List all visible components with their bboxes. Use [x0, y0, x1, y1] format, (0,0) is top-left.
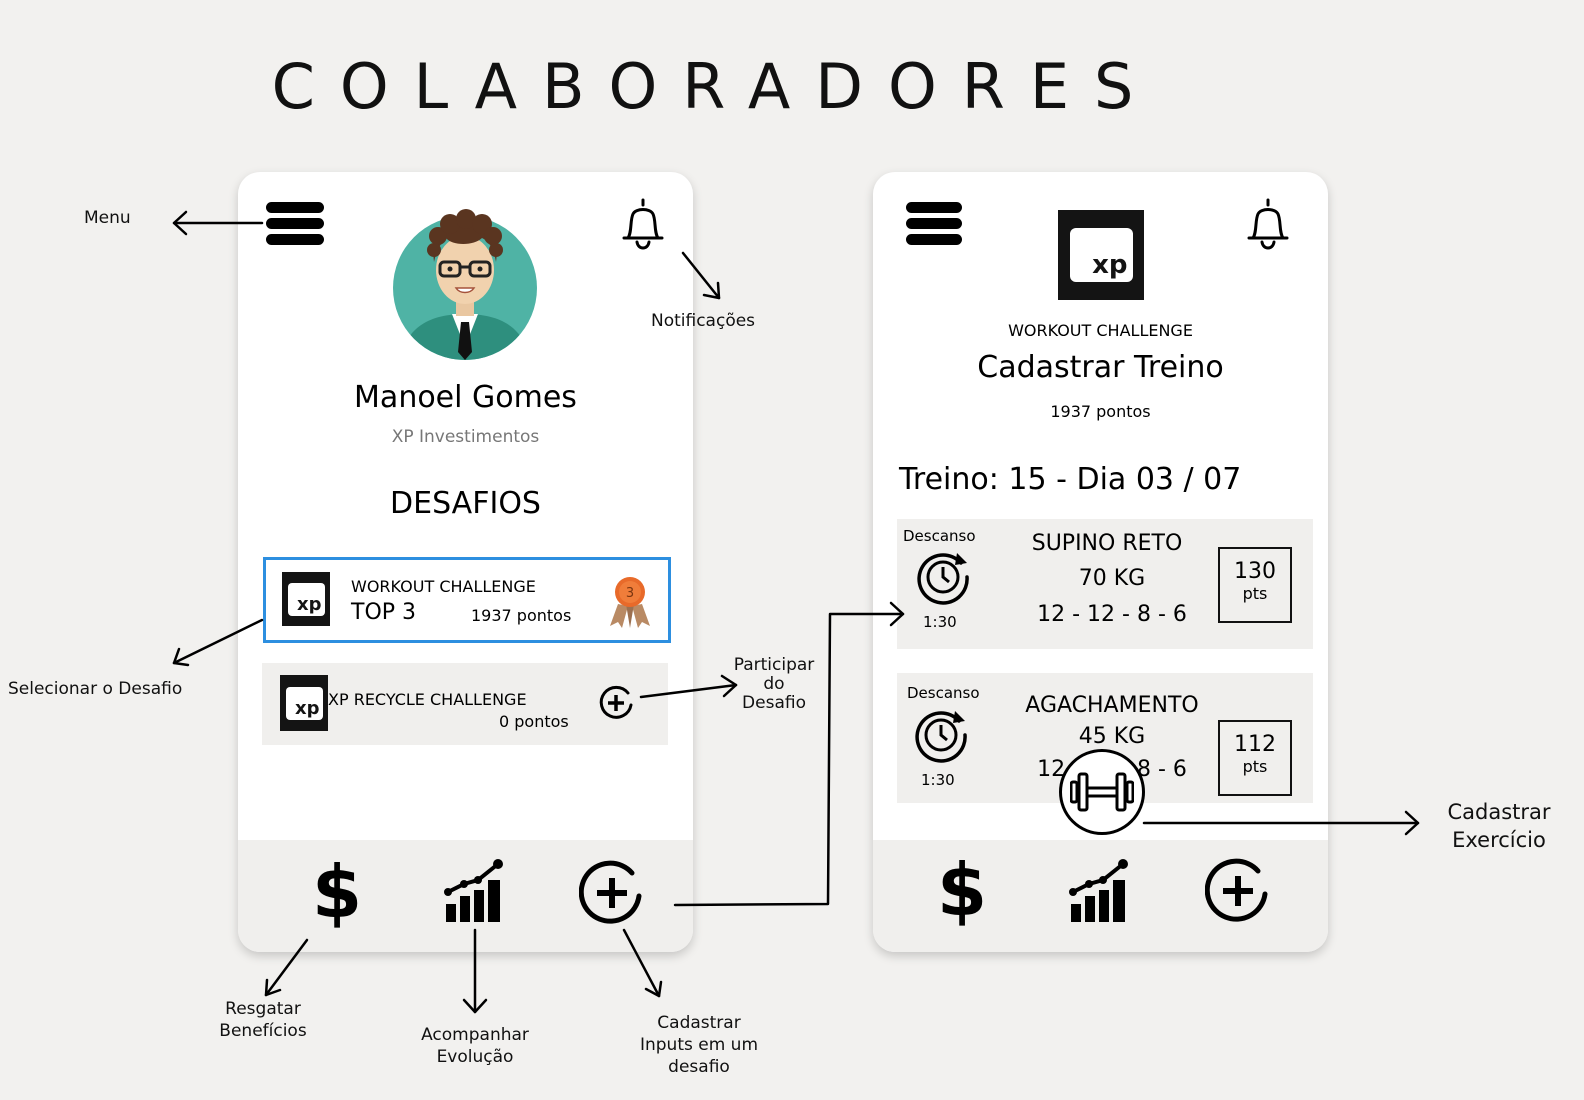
annotation-redeem-benefits: Resgatar Benefícios — [219, 999, 307, 1041]
bell-icon[interactable] — [618, 196, 668, 252]
session-heading: Treino: 15 - Dia 03 / 07 — [899, 462, 1242, 497]
bottom-navigation: $ — [873, 840, 1328, 952]
exercise-points-unit: pts — [1242, 584, 1268, 603]
exercise-reps: 12 - 12 - 8 - 6 — [1037, 602, 1187, 627]
annotation-register-inputs: Cadastrar Inputs em um desafio — [639, 1013, 759, 1077]
challenge-card-recycle[interactable]: xp XP RECYCLE CHALLENGE 0 pontos — [262, 663, 668, 745]
rest-label: Descanso — [907, 684, 980, 702]
annotation-menu: Menu — [84, 208, 131, 228]
rest-time: 1:30 — [923, 613, 957, 631]
section-title: DESAFIOS — [390, 486, 541, 521]
xp-logo: xp — [1058, 210, 1144, 300]
exercise-points-value: 130 — [1234, 559, 1276, 584]
medal-icon: 3 — [610, 577, 650, 628]
phone-profile-screen: Manoel Gomes XP Investimentos DESAFIOS x… — [238, 172, 693, 952]
exercise-points-unit: pts — [1242, 757, 1268, 776]
page-title: COLABORADORES — [271, 50, 1159, 123]
challenge-rank: TOP 3 — [351, 600, 417, 625]
bar-chart-growth-icon[interactable] — [1069, 858, 1133, 924]
dumbbell-icon — [1070, 772, 1134, 812]
exercise-weight: 70 KG — [1078, 566, 1146, 591]
bell-icon[interactable] — [1243, 196, 1293, 252]
exercise-points-box: 112 pts — [1218, 720, 1292, 796]
annotation-register-exercise: Cadastrar Exercício — [1447, 800, 1551, 852]
phone-workout-screen: xp WORKOUT CHALLENGE Cadastrar Treino 19… — [873, 172, 1328, 952]
rest-time: 1:30 — [921, 771, 955, 789]
exercise-card[interactable]: Descanso 1:30 SUPINO RETO 70 KG 12 - 12 … — [897, 519, 1313, 649]
timer-icon — [915, 711, 967, 763]
bar-chart-growth-icon[interactable] — [444, 858, 508, 924]
challenge-name: XP RECYCLE CHALLENGE — [328, 690, 527, 709]
xp-logo: xp — [280, 675, 328, 731]
annotation-track-progress: Acompanhar Evolução — [421, 1025, 529, 1067]
bottom-navigation: $ — [238, 840, 693, 952]
plus-circle-icon[interactable] — [579, 860, 645, 926]
exercise-weight: 45 KG — [1078, 724, 1146, 749]
challenge-name: WORKOUT CHALLENGE — [1008, 321, 1193, 340]
add-exercise-button[interactable] — [1059, 749, 1145, 835]
hamburger-menu-icon[interactable] — [266, 202, 324, 246]
rest-label: Descanso — [903, 527, 976, 545]
screen-title: Cadastrar Treino — [977, 350, 1224, 385]
timer-icon — [917, 553, 969, 605]
dollar-icon[interactable]: $ — [312, 852, 362, 932]
user-company: XP Investimentos — [391, 427, 540, 447]
challenge-points: 1937 pontos — [471, 606, 572, 625]
medal-number: 3 — [626, 586, 634, 601]
xp-logo: xp — [282, 572, 330, 626]
exercise-name: SUPINO RETO — [1031, 531, 1183, 556]
dollar-icon[interactable]: $ — [937, 850, 987, 930]
plus-circle-icon[interactable] — [1205, 858, 1271, 924]
plus-circle-icon[interactable] — [598, 685, 634, 721]
exercise-points-value: 112 — [1234, 732, 1276, 757]
annotation-join-challenge: Participar do Desafio — [733, 655, 815, 713]
exercise-points-box: 130 pts — [1218, 547, 1292, 623]
annotation-select-challenge: Selecionar o Desafio — [8, 679, 183, 699]
user-name: Manoel Gomes — [354, 380, 577, 415]
challenge-points: 0 pontos — [499, 712, 569, 731]
annotation-notifications: Notificações — [651, 311, 756, 331]
hamburger-menu-icon[interactable] — [906, 202, 962, 246]
avatar — [393, 209, 537, 360]
challenge-card-workout[interactable]: xp WORKOUT CHALLENGE TOP 3 1937 pontos 3 — [263, 557, 671, 643]
exercise-name: AGACHAMENTO — [1025, 693, 1199, 718]
challenge-name: WORKOUT CHALLENGE — [351, 577, 536, 596]
user-points: 1937 pontos — [1050, 402, 1151, 421]
